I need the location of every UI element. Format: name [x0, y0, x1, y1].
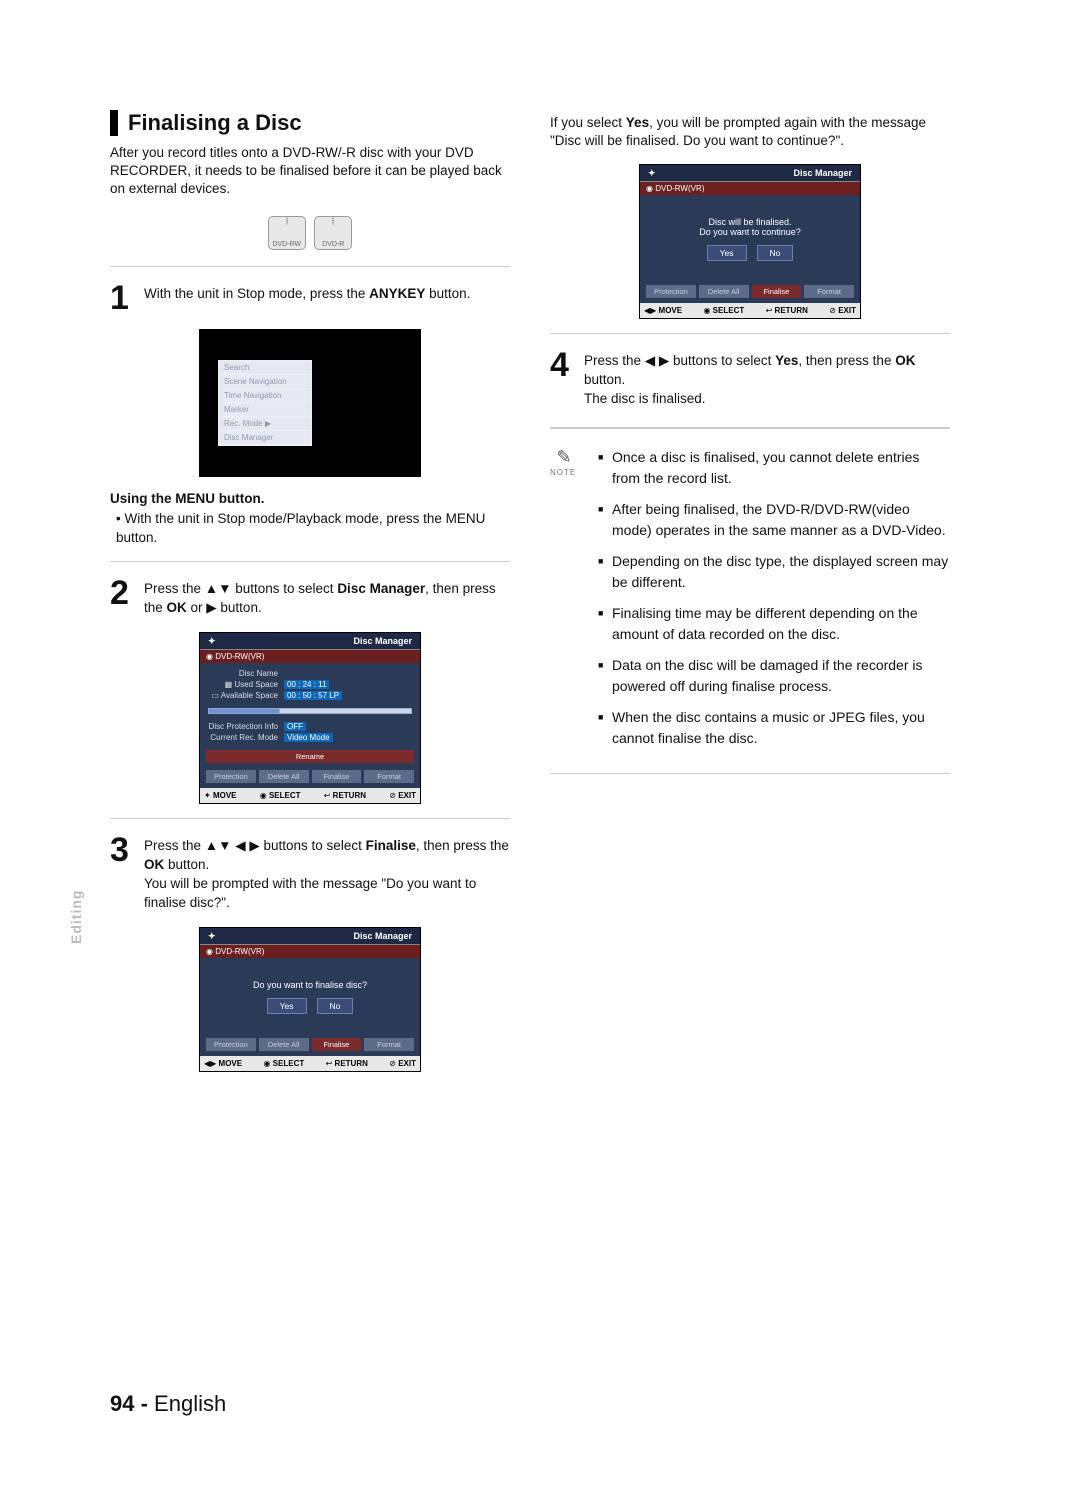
divider	[110, 818, 510, 819]
dialog-message: Do you want to finalise disc?	[208, 980, 412, 990]
divider	[550, 773, 950, 774]
dm-finalise-button: Finalise	[312, 770, 362, 783]
finalise-dialog-screenshot: ✦ Disc Manager ◉ DVD-RW(VR) Do you want …	[199, 927, 421, 1072]
dialog-message-2: Do you want to continue?	[648, 227, 852, 237]
menu-item: Marker	[219, 403, 311, 417]
divider	[110, 561, 510, 562]
dialog-yes-button: Yes	[267, 998, 307, 1014]
dvd-rw-icon: DVD-RW	[268, 216, 306, 250]
menu-item: Rec. Mode ▶	[219, 417, 311, 431]
step-2-number: 2	[110, 576, 136, 618]
dvd-r-icon: DVD-R	[314, 216, 352, 250]
note-icon: ✎	[550, 447, 578, 468]
title-bar-icon	[110, 110, 118, 136]
menu-item: Disc Manager	[219, 431, 311, 445]
dm-footer: ✦ MOVE ◉ SELECT ↩ RETURN ⊘ EXIT	[200, 788, 420, 803]
using-menu-bullet: • With the unit in Stop mode/Playback mo…	[116, 510, 510, 548]
menu-item: Scene Navigation	[219, 375, 311, 389]
dm-disc-type: ◉ DVD-RW(VR)	[200, 650, 420, 663]
dialog-yes-button: Yes	[707, 245, 747, 261]
using-menu-heading: Using the MENU button.	[110, 491, 510, 506]
step-3: 3 Press the ▲▼ ◀ ▶ buttons to select Fin…	[110, 833, 510, 913]
side-tab: Editing	[68, 890, 84, 944]
divider	[110, 266, 510, 267]
dm-format-button: Format	[364, 770, 414, 783]
section-title: Finalising a Disc	[110, 110, 510, 136]
divider	[550, 333, 950, 334]
disc-icons: DVD-RW DVD-R	[110, 209, 510, 250]
step-4: 4 Press the ◀ ▶ buttons to select Yes, t…	[550, 348, 950, 409]
menu-item: Time Navigation	[219, 389, 311, 403]
step-3-text: Press the ▲▼ ◀ ▶ buttons to select Final…	[144, 833, 510, 913]
anykey-menu-list: Search Scene Navigation Time Navigation …	[218, 360, 312, 446]
step-4-number: 4	[550, 348, 576, 409]
note-block: ✎ NOTE Once a disc is finalised, you can…	[550, 447, 950, 759]
note-list: Once a disc is finalised, you cannot del…	[592, 447, 950, 759]
page-footer: 94 - English	[110, 1391, 226, 1417]
section-title-text: Finalising a Disc	[128, 110, 302, 136]
step-3-number: 3	[110, 833, 136, 913]
step-1: 1 With the unit in Stop mode, press the …	[110, 281, 510, 315]
continue-dialog-screenshot: ✦ Disc Manager ◉ DVD-RW(VR) Disc will be…	[639, 164, 861, 319]
dm-rename-button: Rename	[206, 750, 414, 763]
step-1-number: 1	[110, 281, 136, 315]
step-2: 2 Press the ▲▼ buttons to select Disc Ma…	[110, 576, 510, 618]
dm-protection-button: Protection	[206, 770, 256, 783]
intro-text: After you record titles onto a DVD-RW/-R…	[110, 144, 510, 199]
page-language: English	[154, 1391, 226, 1416]
note-item: Finalising time may be different dependi…	[598, 603, 950, 645]
note-item: Once a disc is finalised, you cannot del…	[598, 447, 950, 489]
anykey-menu-screenshot: Search Scene Navigation Time Navigation …	[199, 329, 421, 477]
note-item: Depending on the disc type, the displaye…	[598, 551, 950, 593]
page-number: 94 -	[110, 1391, 148, 1416]
dialog-no-button: No	[757, 245, 794, 261]
note-item: When the disc contains a music or JPEG f…	[598, 707, 950, 749]
note-item: After being finalised, the DVD-R/DVD-RW(…	[598, 499, 950, 541]
note-label: NOTE	[550, 468, 578, 477]
dialog-no-button: No	[317, 998, 354, 1014]
dm-title: Disc Manager	[353, 636, 412, 646]
divider	[550, 427, 950, 429]
disc-manager-screenshot: ✦ Disc Manager ◉ DVD-RW(VR) Disc Name ▦ …	[199, 632, 421, 804]
menu-item: Search	[219, 361, 311, 375]
note-item: Data on the disc will be damaged if the …	[598, 655, 950, 697]
step-4-text: Press the ◀ ▶ buttons to select Yes, the…	[584, 348, 950, 409]
step-1-text: With the unit in Stop mode, press the AN…	[144, 281, 470, 315]
dm-deleteall-button: Delete All	[259, 770, 309, 783]
step-2-text: Press the ▲▼ buttons to select Disc Mana…	[144, 576, 510, 618]
dialog-message-1: Disc will be finalised.	[648, 217, 852, 227]
right-top-text: If you select Yes, you will be prompted …	[550, 114, 950, 150]
